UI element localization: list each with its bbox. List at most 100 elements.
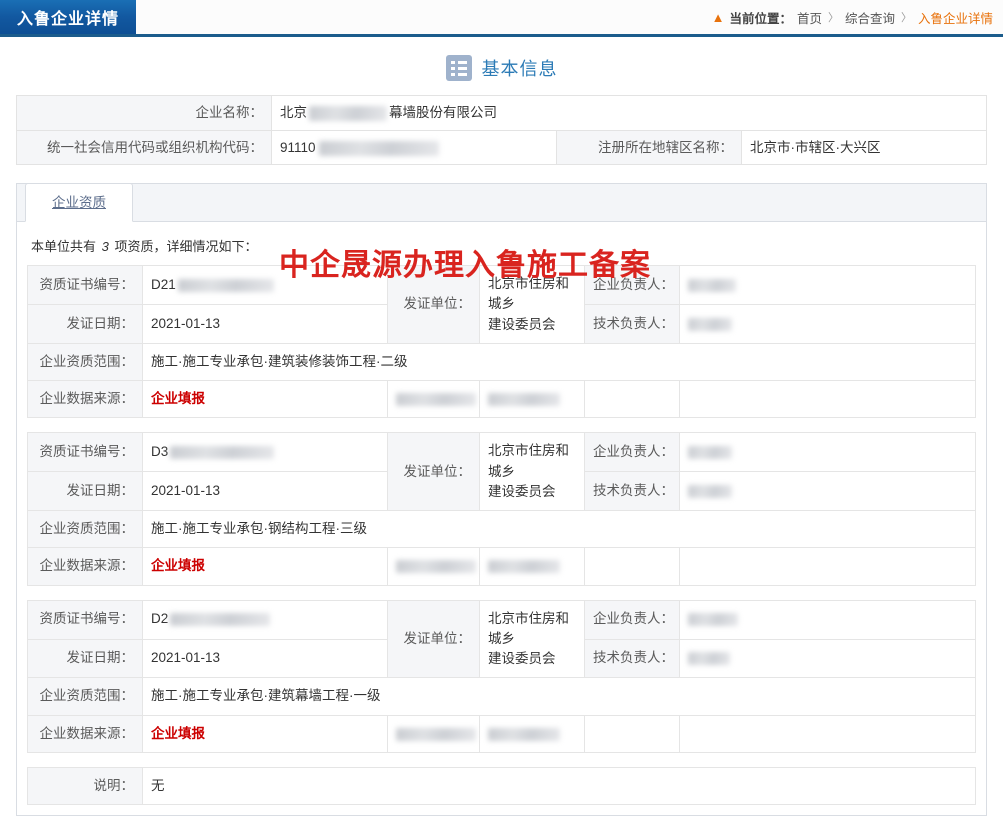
qualification-panel: 企业资质 本单位共有 3 项资质，详细情况如下： 资质证书编号： D21 发证单…	[16, 183, 987, 816]
issuer-line-2: 建设委员会	[488, 651, 556, 667]
scope-label: 企业资质范围：	[27, 677, 143, 716]
redacted-block	[488, 393, 560, 407]
extra-cell-4	[679, 380, 976, 419]
issuer-line-1: 北京市住房和城乡	[488, 443, 569, 479]
table-row: 企业资质范围： 施工·施工专业承包·钢结构工程·三级	[27, 510, 976, 549]
note-label: 说明：	[27, 766, 143, 806]
note-table: 说明： 无	[27, 766, 976, 806]
cert-no-label: 资质证书编号：	[27, 265, 143, 305]
company-name-label: 企业名称：	[16, 95, 272, 131]
cert-no-value: D2	[142, 599, 388, 640]
issuer-line-2: 建设委员会	[488, 483, 556, 499]
extra-cell-4	[679, 547, 976, 586]
cert-no-label: 资质证书编号：	[27, 599, 143, 640]
header-spacer	[136, 0, 712, 34]
data-source-text: 企业填报	[151, 391, 205, 407]
cert-no-label: 资质证书编号：	[27, 432, 143, 473]
tabstrip: 企业资质	[17, 183, 986, 223]
company-principal-label: 企业负责人：	[584, 265, 680, 305]
issue-date-label: 发证日期：	[27, 471, 143, 512]
scope-value: 施工·施工专业承包·建筑装修装饰工程·二级	[142, 342, 976, 382]
credit-code-prefix: 91110	[280, 139, 316, 155]
redacted-block	[488, 560, 560, 574]
company-principal-label: 企业负责人：	[584, 599, 680, 640]
issuer-label: 发证单位：	[387, 265, 480, 344]
table-row: 资质证书编号： D21 发证单位： 北京市住房和城乡 建设委员会 企业负责人：	[27, 265, 976, 344]
redacted-block	[688, 652, 730, 666]
tab-enterprise-qualification[interactable]: 企业资质	[25, 183, 133, 223]
issuer-label: 发证单位：	[387, 599, 480, 679]
redacted-block	[170, 446, 275, 460]
qualification-panel-wrap: 企业资质 本单位共有 3 项资质，详细情况如下： 资质证书编号： D21 发证单…	[0, 183, 1003, 816]
scope-label: 企业资质范围：	[27, 510, 143, 549]
issuer-label: 发证单位：	[387, 432, 480, 512]
extra-cell-3	[584, 380, 680, 419]
qualification-block: 资质证书编号： D21 发证单位： 北京市住房和城乡 建设委员会 企业负责人：	[27, 265, 976, 419]
data-source-text: 企业填报	[151, 725, 205, 741]
company-name-suffix: 幕墙股份有限公司	[389, 105, 497, 120]
tech-principal-label: 技术负责人：	[584, 304, 680, 344]
summary-count: 3	[101, 239, 109, 255]
summary-prefix: 本单位共有	[31, 239, 97, 255]
summary-suffix: 项资质，详细情况如下：	[114, 239, 258, 255]
extra-cell-2	[479, 380, 585, 419]
issue-date-value: 2021-01-13	[142, 304, 388, 344]
cert-no-prefix: D2	[151, 611, 169, 627]
extra-cell-1	[387, 380, 480, 419]
redacted-block	[177, 278, 274, 292]
company-principal-value	[679, 432, 976, 473]
credit-code-label: 统一社会信用代码或组织机构代码：	[16, 129, 272, 166]
table-row: 企业数据来源： 企业填报	[27, 714, 976, 753]
qualification-block: 资质证书编号： D3 发证单位： 北京市住房和城乡 建设委员会 企业负责人： 发…	[27, 432, 976, 586]
redacted-block	[688, 613, 738, 627]
extra-cell-3	[584, 714, 680, 753]
data-source-label: 企业数据来源：	[27, 547, 143, 586]
basic-info-wrap: 企业名称： 北京 幕墙股份有限公司 统一社会信用代码或组织机构代码： 91110 …	[0, 95, 1003, 166]
scope-value: 施工·施工专业承包·建筑幕墙工程·一级	[142, 677, 976, 716]
data-source-text: 企业填报	[151, 558, 205, 574]
table-row: 说明： 无	[27, 766, 976, 806]
table-row: 企业资质范围： 施工·施工专业承包·建筑幕墙工程·一级	[27, 677, 976, 716]
section-header: 基本信息	[0, 37, 1003, 95]
panel-body: 本单位共有 3 项资质，详细情况如下： 资质证书编号： D21 发证单位： 北京…	[17, 222, 986, 815]
redacted-block	[318, 140, 439, 156]
redacted-block	[396, 393, 476, 407]
table-row: 企业数据来源： 企业填报	[27, 547, 976, 586]
data-source-value: 企业填报	[142, 547, 388, 586]
data-source-label: 企业数据来源：	[27, 714, 143, 753]
data-source-value: 企业填报	[142, 714, 388, 753]
data-source-label: 企业数据来源：	[27, 380, 143, 419]
list-icon	[445, 55, 472, 81]
qualification-summary: 本单位共有 3 项资质，详细情况如下：	[27, 234, 976, 265]
issuer-line-2: 建设委员会	[488, 316, 556, 332]
redacted-block	[396, 727, 476, 741]
redacted-block	[688, 317, 732, 331]
cert-no-value: D3	[142, 432, 388, 473]
qualification-table: 资质证书编号： D21 发证单位： 北京市住房和城乡 建设委员会 企业负责人：	[27, 265, 976, 419]
scope-label: 企业资质范围：	[27, 342, 143, 382]
extra-cell-4	[679, 714, 976, 753]
table-row: 资质证书编号： D2 发证单位： 北京市住房和城乡 建设委员会 企业负责人：	[27, 599, 976, 679]
cert-no-value: D21	[142, 265, 388, 305]
table-row: 资质证书编号： D3 发证单位： 北京市住房和城乡 建设委员会 企业负责人：	[27, 432, 976, 512]
issue-date-value: 2021-01-13	[142, 471, 388, 512]
home-icon: ▲	[711, 9, 725, 25]
redacted-block	[488, 727, 560, 741]
basic-info-table: 企业名称： 北京 幕墙股份有限公司 统一社会信用代码或组织机构代码： 91110 …	[16, 95, 987, 166]
redacted-block	[170, 613, 271, 627]
qualification-table: 资质证书编号： D2 发证单位： 北京市住房和城乡 建设委员会 企业负责人： 发…	[27, 599, 976, 753]
issuer-line-1: 北京市住房和城乡	[488, 276, 569, 312]
issuer-value: 北京市住房和城乡 建设委员会	[479, 599, 585, 679]
qualification-block: 资质证书编号： D2 发证单位： 北京市住房和城乡 建设委员会 企业负责人： 发…	[27, 599, 976, 753]
tech-principal-label: 技术负责人：	[584, 638, 680, 679]
extra-cell-2	[479, 547, 585, 586]
tech-principal-value	[679, 304, 976, 344]
breadcrumb-item-home[interactable]: 首页	[797, 8, 822, 27]
extra-cell-2	[479, 714, 585, 753]
redacted-block	[396, 560, 476, 574]
issue-date-label: 发证日期：	[27, 638, 143, 679]
breadcrumb-item-query[interactable]: 综合查询	[845, 8, 895, 27]
company-principal-value	[679, 265, 976, 305]
table-row: 企业数据来源： 企业填报	[27, 380, 976, 419]
tech-principal-label: 技术负责人：	[584, 471, 680, 512]
